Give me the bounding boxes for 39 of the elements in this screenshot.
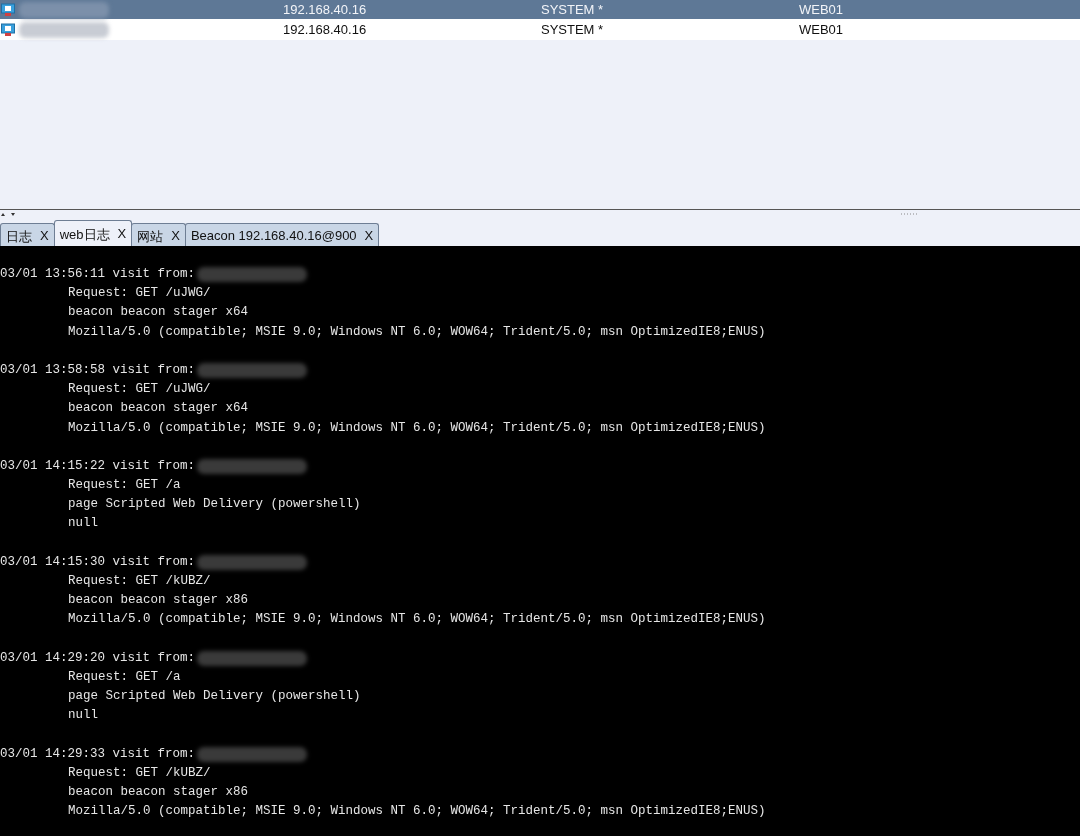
tab[interactable]: Beacon 192.168.40.16@900 X xyxy=(184,223,380,246)
log-header: 03/01 13:56:11 visit from: xyxy=(0,266,196,283)
log-line: Mozilla/5.0 (compatible; MSIE 9.0; Windows NT 6.0; WOW64; Trident/5.0; msn OptimizedIE8;ENUS) xyxy=(68,803,766,821)
log-header: 03/01 14:15:30 visit from: xyxy=(0,553,196,571)
tab[interactable]: 网站 X xyxy=(131,223,186,246)
log-line: null xyxy=(68,515,98,533)
computer-icon xyxy=(1,2,15,17)
log-line: Mozilla/5.0 (compatible; MSIE 9.0; Windows NT 6.0; WOW64; Trident/5.0; msn OptimizedIE8;ENUS) xyxy=(68,419,766,437)
table-cell-text: 192.168.40.16 xyxy=(283,22,368,37)
log-line: page Scripted Web Delivery (powershell) xyxy=(68,688,361,706)
log-header: 03/01 14:15:22 visit from: xyxy=(0,457,196,475)
session-row[interactable]: 192.168.40.16 SYSTEM * WEB01 xyxy=(0,0,1080,19)
table-cell-text: 192.168.40.16 xyxy=(283,2,368,17)
table-cell: WEB01 xyxy=(799,22,844,37)
session-row[interactable]: 192.168.40.16 SYSTEM * WEB01 xyxy=(0,19,1080,40)
table-cell: WEB01 xyxy=(799,2,844,17)
table-cell-text: SYSTEM * xyxy=(541,22,605,37)
log-line: Request: GET /a xyxy=(68,477,181,495)
log-line: beacon beacon stager x64 xyxy=(68,400,249,418)
log-line: Mozilla/5.0 (compatible; MSIE 9.0; Windows NT 6.0; WOW64; Trident/5.0; msn OptimizedIE8;ENUS) xyxy=(68,323,766,341)
splitter-grip-icon[interactable] xyxy=(900,213,918,216)
table-cell-text: SYSTEM * xyxy=(541,2,605,17)
tab[interactable]: 日志 X xyxy=(0,223,55,246)
log-line: Request: GET /uJWG/ xyxy=(68,285,211,303)
log-line: beacon beacon stager x86 xyxy=(68,592,249,610)
log-header: 03/01 14:29:20 visit from: xyxy=(0,649,196,667)
collapse-arrows-icon[interactable] xyxy=(0,211,16,218)
log-line: Request: GET /a xyxy=(68,668,181,686)
log-line: Request: GET /kUBZ/ xyxy=(68,764,211,782)
log-line: page Scripted Web Delivery (powershell) xyxy=(68,496,361,514)
log-line: beacon beacon stager x64 xyxy=(68,304,249,322)
log-line: Mozilla/5.0 (compatible; MSIE 9.0; Windows NT 6.0; WOW64; Trident/5.0; msn OptimizedIE8;ENUS) xyxy=(68,611,766,629)
log-header: 03/01 13:58:58 visit from: xyxy=(0,361,196,379)
log-line: null xyxy=(68,707,98,725)
log-line: Request: GET /kUBZ/ xyxy=(68,573,211,590)
log-line: beacon beacon stager x86 xyxy=(68,784,249,802)
log-header: 03/01 14:29:33 visit from: xyxy=(0,745,196,763)
computer-icon xyxy=(1,22,15,37)
log-line: Request: GET /uJWG/ xyxy=(68,381,211,399)
